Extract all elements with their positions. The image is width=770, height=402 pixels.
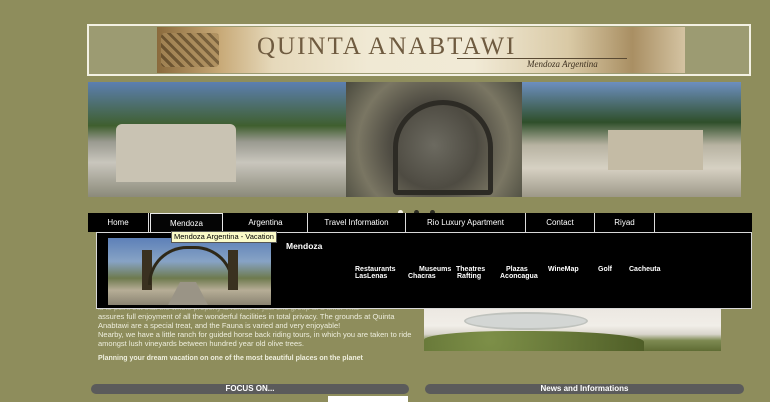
banner-image: QUINTA ANABTAWI Mendoza Argentina <box>157 27 685 73</box>
nav-tooltip: Mendoza Argentina - Vacation <box>171 231 277 243</box>
stone-house-photo <box>116 124 236 182</box>
tagline-text: Planning your dream vacation on one of t… <box>98 355 363 362</box>
nav-item-travel-information[interactable]: Travel Information <box>308 213 406 232</box>
focus-on-heading: FOCUS ON... <box>91 384 409 394</box>
dropdown-link-museums[interactable]: Museums <box>419 266 451 273</box>
dropdown-link-chacras[interactable]: Chacras <box>408 273 436 280</box>
dropdown-link-winemap[interactable]: WineMap <box>548 266 579 273</box>
dropdown-link-restaurants[interactable]: Restaurants <box>355 266 395 273</box>
nav-item-rio-luxury-apartment[interactable]: Rio Luxury Apartment <box>406 213 526 232</box>
photo-slideshow[interactable] <box>88 82 741 197</box>
intro-text: is to point out that the whole property … <box>98 303 416 348</box>
guest-house-photo <box>608 130 703 170</box>
header-banner: QUINTA ANABTAWI Mendoza Argentina <box>87 24 751 76</box>
nav-item-mendoza[interactable]: Mendoza <box>150 213 223 232</box>
garden-fountain-photo <box>424 309 721 351</box>
dropdown-link-plazas[interactable]: Plazas <box>506 266 528 273</box>
mendoza-dropdown-menu: Mendoza Restaurants Museums Theatres Pla… <box>96 232 752 309</box>
dropdown-link-theatres[interactable]: Theatres <box>456 266 485 273</box>
iron-gate-photo <box>393 100 493 195</box>
dropdown-heading: Mendoza <box>286 241 323 251</box>
gate-road <box>168 282 208 305</box>
nav-item-home[interactable]: Home <box>88 213 149 232</box>
dropdown-link-cacheuta[interactable]: Cacheuta <box>629 266 661 273</box>
nav-item-argentina[interactable]: Argentina <box>224 213 308 232</box>
dropdown-gate-photo[interactable] <box>108 238 271 305</box>
dropdown-link-aconcagua[interactable]: Aconcagua <box>500 273 538 280</box>
gate-pillar-right <box>228 250 238 290</box>
intro-paragraph: assures full enjoyment of all the wonder… <box>98 312 395 330</box>
nav-item-riyad[interactable]: Riyad <box>595 213 655 232</box>
fountain-shape <box>464 312 588 330</box>
gate-arch <box>148 246 234 285</box>
main-navigation: Home Mendoza Argentina Travel Informatio… <box>88 213 752 232</box>
site-title[interactable]: QUINTA ANABTAWI <box>257 33 516 61</box>
decorative-emblem-icon <box>161 33 219 67</box>
ranch-paragraph: Nearby, we have a little ranch for guide… <box>98 330 412 348</box>
shrubs-shape <box>424 331 644 351</box>
site-subtitle: Mendoza Argentina <box>527 59 598 69</box>
dropdown-link-rafting[interactable]: Rafting <box>457 273 481 280</box>
news-heading: News and Informations <box>425 384 744 394</box>
dropdown-link-laslenas[interactable]: LasLenas <box>355 273 387 280</box>
focus-on-content-box <box>328 396 408 402</box>
nav-item-contact[interactable]: Contact <box>526 213 595 232</box>
dropdown-link-golf[interactable]: Golf <box>598 266 612 273</box>
